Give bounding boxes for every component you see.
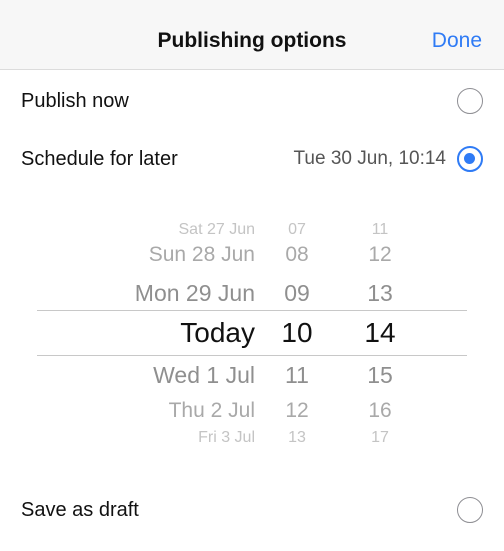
picker-date-item[interactable]: Fri 3 Jul xyxy=(60,427,255,449)
date-time-picker[interactable]: Fri 26 Jun Sat 27 JunSun 28 Jun Mon 29 Jun… xyxy=(0,205,504,450)
save-draft-label: Save as draft xyxy=(21,499,139,521)
picker-minute-item[interactable]: 10 xyxy=(345,205,415,211)
picker-hour-item[interactable]: 09 xyxy=(262,277,332,309)
picker-hour-item[interactable]: 13 xyxy=(262,427,332,449)
picker-date-item-selected[interactable]: Today xyxy=(60,313,255,353)
schedule-datetime-value[interactable]: Tue 30 Jun, 10:14 xyxy=(294,134,446,184)
picker-date-item[interactable]: Fri 26 Jun xyxy=(60,205,255,211)
picker-minute-wheel[interactable]: 101112131415161718 xyxy=(345,205,415,450)
picker-hour-item[interactable]: 08 xyxy=(262,241,332,269)
picker-minute-item[interactable]: 16 xyxy=(345,397,415,425)
option-schedule-later[interactable]: Schedule for later Tue 30 Jun, 10:14 xyxy=(0,134,504,184)
picker-date-item[interactable]: Mon 29 Jun xyxy=(60,277,255,309)
nav-bar: Publishing options Done xyxy=(0,0,504,70)
picker-hour-item-selected[interactable]: 10 xyxy=(262,313,332,353)
picker-date-item[interactable]: Sat 27 Jun xyxy=(60,219,256,241)
picker-hour-item[interactable]: 07 xyxy=(262,219,332,241)
picker-minute-item[interactable]: 11 xyxy=(345,219,415,241)
option-publish-now[interactable]: Publish now xyxy=(0,76,504,126)
schedule-later-label: Schedule for later xyxy=(21,148,178,170)
picker-hour-item[interactable]: 11 xyxy=(262,359,332,391)
picker-hour-item[interactable]: 12 xyxy=(262,397,332,425)
picker-minute-item-selected[interactable]: 14 xyxy=(345,313,415,353)
picker-minute-item[interactable]: 13 xyxy=(345,277,415,309)
schedule-later-radio[interactable] xyxy=(457,146,483,172)
done-button[interactable]: Done xyxy=(432,0,482,70)
picker-hour-wheel[interactable]: 060708091011121314 xyxy=(262,205,332,450)
option-save-draft[interactable]: Save as draft xyxy=(0,485,504,535)
picker-date-item[interactable]: Wed 1 Jul xyxy=(60,359,255,391)
picker-date-wheel[interactable]: Fri 26 Jun Sat 27 JunSun 28 Jun Mon 29 Jun… xyxy=(60,205,255,450)
picker-minute-item[interactable]: 17 xyxy=(345,427,415,449)
publish-now-label: Publish now xyxy=(21,90,129,112)
picker-minute-item[interactable]: 12 xyxy=(345,241,415,269)
picker-minute-item[interactable]: 15 xyxy=(345,359,415,391)
save-draft-radio[interactable] xyxy=(457,497,483,523)
picker-hour-item[interactable]: 06 xyxy=(262,205,332,211)
publish-now-radio[interactable] xyxy=(457,88,483,114)
picker-date-item[interactable]: Sun 28 Jun xyxy=(60,241,255,269)
picker-date-item[interactable]: Thu 2 Jul xyxy=(60,397,255,425)
page-title: Publishing options xyxy=(157,29,347,52)
